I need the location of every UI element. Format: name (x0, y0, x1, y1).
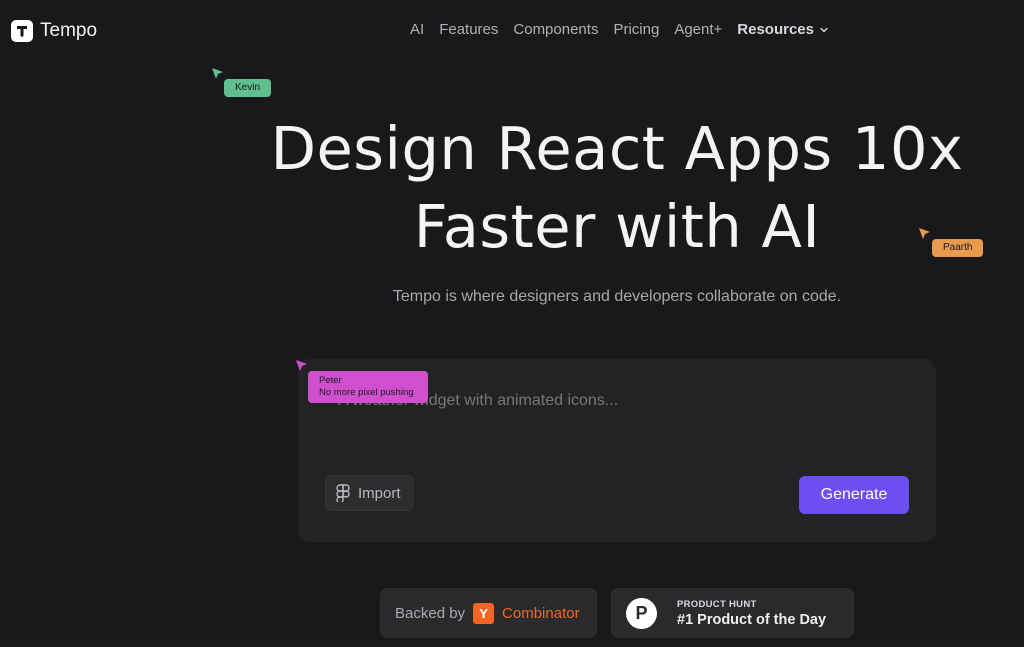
nav-item-resources[interactable]: Resources (737, 21, 829, 38)
cursor-peter-tag: Peter No more pixel pushing (308, 371, 428, 403)
hero-title-line-1: Design React Apps 10x (270, 114, 964, 183)
hero-title: Design React Apps 10x Faster with AI (200, 110, 1024, 266)
nav-item-agent-plus[interactable]: Agent+ (674, 21, 722, 38)
cursor-arrow-icon (212, 68, 223, 79)
product-hunt-label: PRODUCT HUNT (677, 598, 757, 610)
nav-item-ai[interactable]: AI (410, 21, 424, 38)
hero-subtitle: Tempo is where designers and developers … (392, 288, 842, 305)
brand-logo[interactable]: Tempo (11, 20, 97, 42)
import-button-label: Import (358, 484, 401, 502)
yc-name: Combinator (502, 604, 580, 622)
import-button[interactable]: Import (325, 475, 414, 511)
cursor-kevin-name: Kevin (224, 79, 272, 97)
cursor-peter-name: Peter (319, 375, 342, 386)
cursor-arrow-icon (919, 228, 930, 239)
chevron-down-icon (820, 27, 828, 32)
nav-item-resources-label: Resources (737, 21, 814, 38)
yc-logo-icon: Y (473, 602, 495, 624)
brand-name: Tempo (40, 20, 98, 41)
cursor-peter-message: No more pixel pushing (319, 387, 414, 398)
generate-button[interactable]: Generate (799, 476, 909, 514)
product-hunt-award: #1 Product of the Day (677, 611, 827, 628)
yc-backed-label: Backed by (395, 604, 466, 622)
yc-badge[interactable]: Backed by Y Combinator (380, 588, 597, 638)
figma-icon (336, 484, 350, 502)
cursor-arrow-icon (296, 360, 307, 371)
nav-item-pricing[interactable]: Pricing (613, 21, 659, 38)
nav-item-features[interactable]: Features (439, 21, 498, 38)
top-nav: AI Features Components Pricing Agent+ Re… (410, 21, 829, 38)
product-hunt-logo-icon: P (626, 597, 657, 629)
product-hunt-text: PRODUCT HUNT #1 Product of the Day (677, 599, 826, 628)
cursor-paarth-name: Paarth (932, 239, 984, 257)
nav-item-components[interactable]: Components (513, 21, 598, 38)
product-hunt-badge[interactable]: P PRODUCT HUNT #1 Product of the Day (611, 588, 854, 638)
hero-title-line-2: Faster with AI (413, 192, 821, 261)
tempo-logo-icon (11, 20, 33, 42)
